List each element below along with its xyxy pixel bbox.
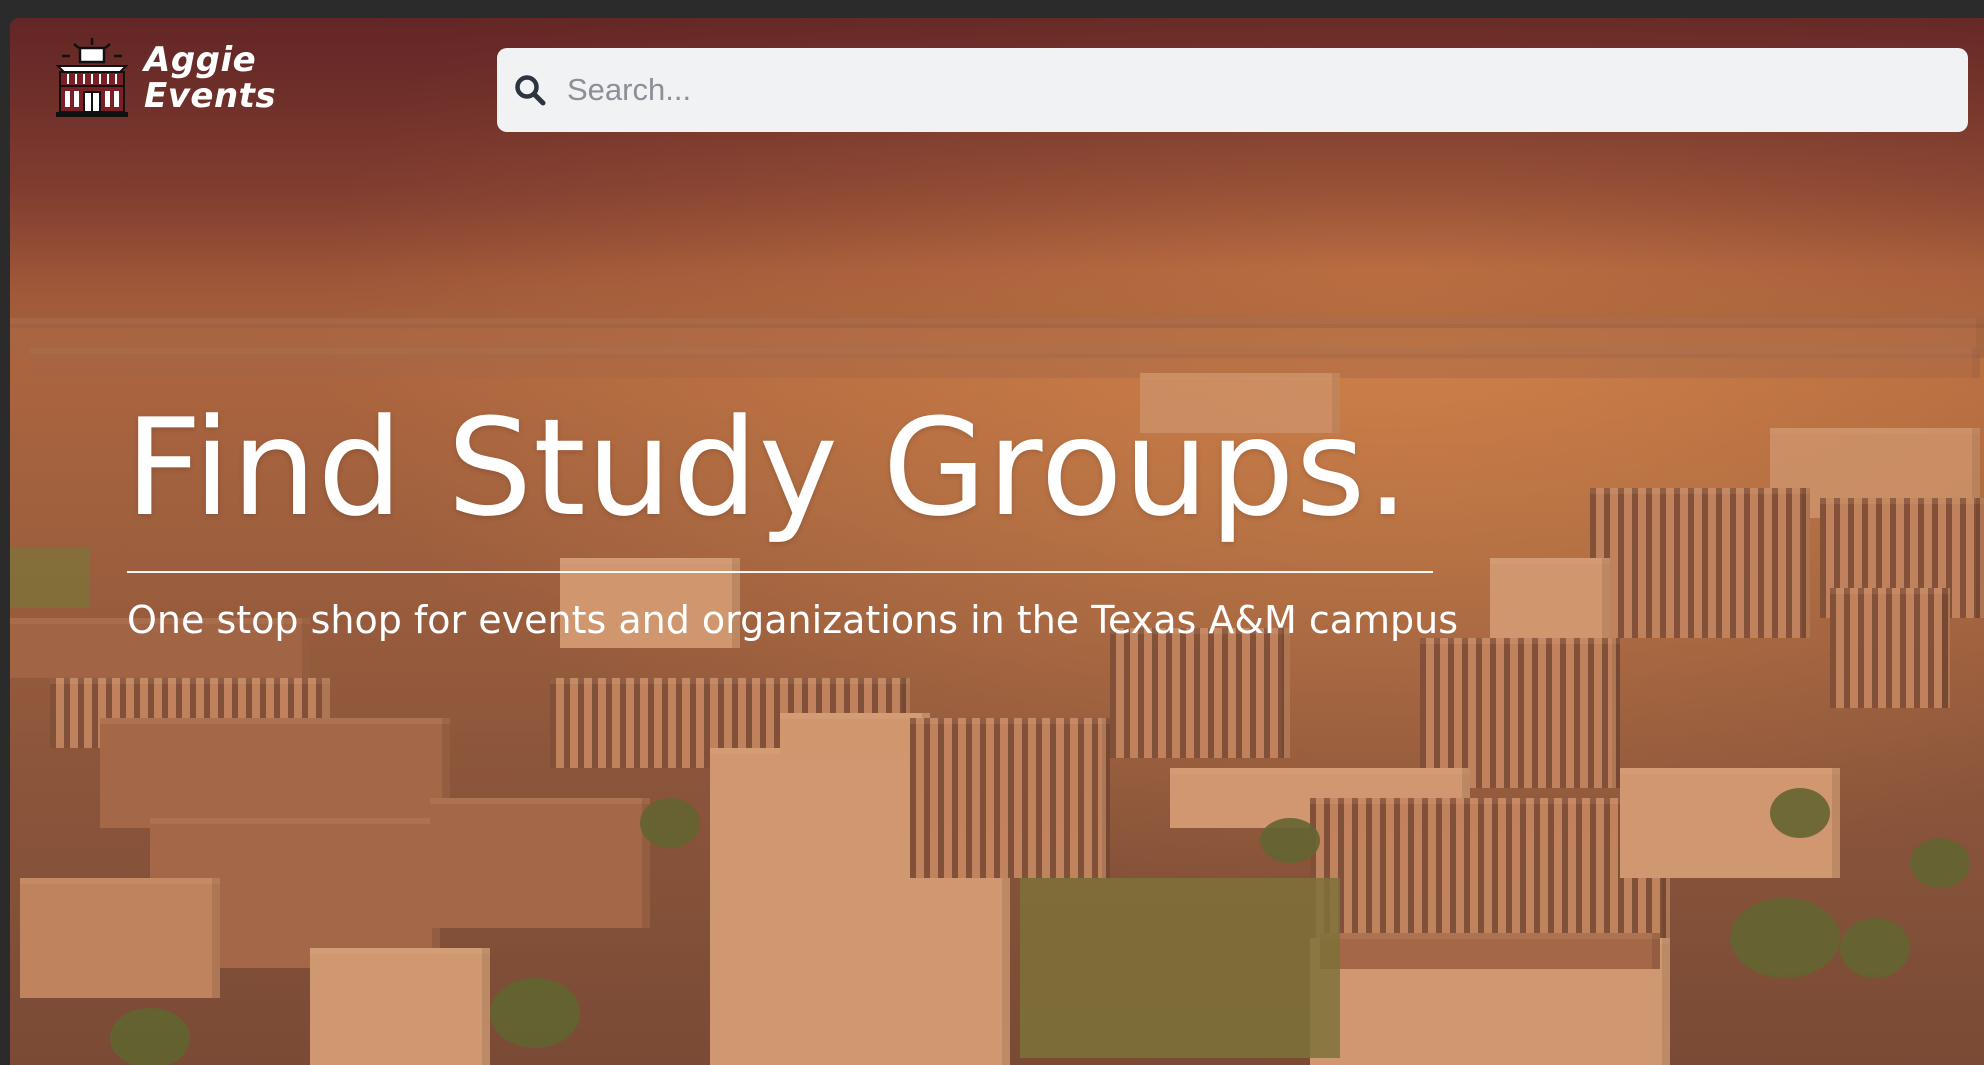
search-input[interactable] <box>565 71 1919 109</box>
search-icon[interactable] <box>513 73 547 107</box>
hero-divider <box>127 571 1433 573</box>
academic-building-icon <box>55 38 129 117</box>
brand-name: Aggie Events <box>144 42 276 114</box>
brand-name-line2: Events <box>144 76 277 116</box>
page: Aggie Events Find Study Groups. One stop… <box>10 18 1984 1065</box>
brand-logo[interactable]: Aggie Events <box>50 36 276 120</box>
hero-title: Find Study Groups. <box>125 390 1410 546</box>
brand-name-line1: Aggie <box>144 40 257 80</box>
search-bar[interactable] <box>497 48 1968 132</box>
hero-subtitle: One stop shop for events and organizatio… <box>127 598 1459 642</box>
